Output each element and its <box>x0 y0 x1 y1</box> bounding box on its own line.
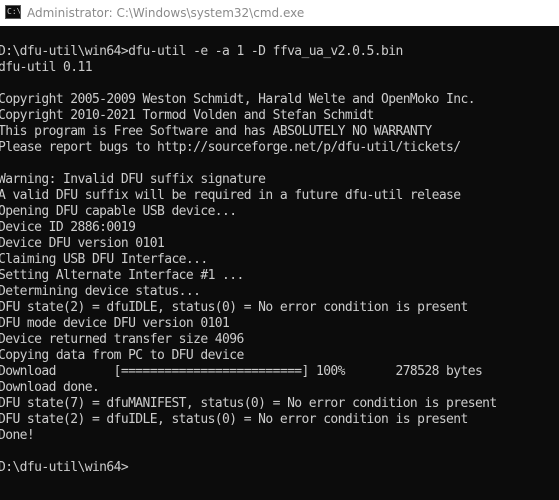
console-line: D:\dfu-util\win64>dfu-util -e -a 1 -D ff… <box>0 44 403 59</box>
console-line: Device ID 2886:0019 <box>0 220 136 235</box>
console-line: dfu-util 0.11 <box>0 60 93 75</box>
cmd-icon[interactable]: C:\ <box>5 5 21 19</box>
console-output: D:\dfu-util\win64>dfu-util -e -a 1 -D ff… <box>0 44 497 476</box>
console-line: Warning: Invalid DFU suffix signature <box>0 172 266 187</box>
window-title: Administrator: C:\Windows\system32\cmd.e… <box>27 6 305 20</box>
console-line: DFU mode device DFU version 0101 <box>0 316 230 331</box>
console-line: Device returned transfer size 4096 <box>0 332 244 347</box>
cmd-window[interactable]: C:\ Administrator: C:\Windows\system32\c… <box>0 0 559 500</box>
console-line: Copyright 2005-2009 Weston Schmidt, Hara… <box>0 92 476 107</box>
console-line: DFU state(2) = dfuIDLE, status(0) = No e… <box>0 300 468 315</box>
console-line: DFU state(7) = dfuMANIFEST, status(0) = … <box>0 396 497 411</box>
console-line: Download [=========================] 100… <box>0 364 483 379</box>
console-line: This program is Free Software and has AB… <box>0 124 432 139</box>
console-line: Determining device status... <box>0 284 201 299</box>
console-area[interactable]: D:\dfu-util\win64>dfu-util -e -a 1 -D ff… <box>0 26 559 500</box>
title-bar[interactable]: C:\ Administrator: C:\Windows\system32\c… <box>0 0 559 26</box>
console-line: Download done. <box>0 380 100 395</box>
console-line: D:\dfu-util\win64> <box>0 460 129 475</box>
console-line: Claiming USB DFU Interface... <box>0 252 208 267</box>
console-line: A valid DFU suffix will be required in a… <box>0 188 461 203</box>
console-line: Opening DFU capable USB device... <box>0 204 237 219</box>
console-line: Done! <box>0 428 35 443</box>
console-line: Setting Alternate Interface #1 ... <box>0 268 244 283</box>
console-line: Copying data from PC to DFU device <box>0 348 244 363</box>
console-line: DFU state(2) = dfuIDLE, status(0) = No e… <box>0 412 468 427</box>
console-line: Please report bugs to http://sourceforge… <box>0 140 461 155</box>
console-line: Copyright 2010-2021 Tormod Volden and St… <box>0 108 374 123</box>
console-line: Device DFU version 0101 <box>0 236 165 251</box>
